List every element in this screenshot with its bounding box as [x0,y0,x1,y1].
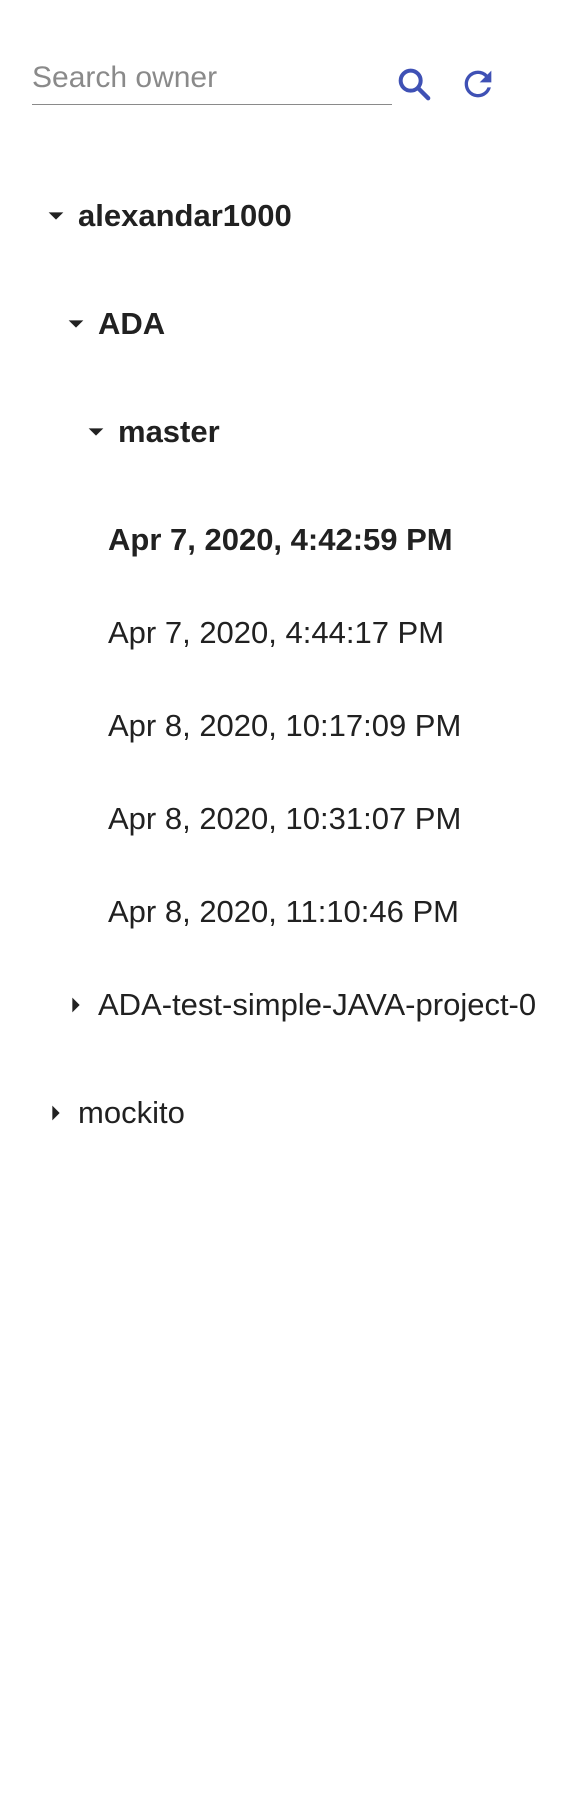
owner-label: alexandar1000 [78,198,292,233]
search-button[interactable] [390,60,438,108]
refresh-icon [464,70,492,98]
snapshot-item-selected[interactable]: Apr 7, 2020, 4:42:59 PM [108,522,453,558]
tree-node-owner-alexandar1000[interactable]: alexandar1000 [44,198,292,234]
repo-label: ADA-test-simple-JAVA-project-0 [98,987,537,1022]
snapshot-label: Apr 7, 2020, 4:42:59 PM [108,522,453,557]
repo-label: ADA [98,306,166,341]
caret-down-icon[interactable] [44,204,68,228]
snapshot-item[interactable]: Apr 8, 2020, 11:10:46 PM [108,894,459,930]
snapshot-item[interactable]: Apr 8, 2020, 10:31:07 PM [108,801,461,837]
tree-node-owner-mockito[interactable]: mockito [44,1095,185,1131]
search-icon [398,68,431,101]
search-bar [32,52,502,110]
snapshot-item[interactable]: Apr 8, 2020, 10:17:09 PM [108,708,461,744]
caret-down-icon[interactable] [84,420,108,444]
snapshot-label: Apr 7, 2020, 4:44:17 PM [108,615,445,650]
refresh-button[interactable] [454,60,502,108]
caret-down-icon[interactable] [64,312,88,336]
owner-label: mockito [78,1095,185,1130]
tree-node-branch-master[interactable]: master [84,414,220,450]
caret-right-icon[interactable] [64,993,88,1017]
branch-label: master [118,414,220,449]
snapshot-label: Apr 8, 2020, 11:10:46 PM [108,894,459,929]
snapshot-item[interactable]: Apr 7, 2020, 4:44:17 PM [108,615,444,651]
tree-node-repo-ada[interactable]: ADA [64,306,165,342]
search-input[interactable] [32,52,392,105]
tree-node-repo-ada-test-simple-java-project-0[interactable]: ADA-test-simple-JAVA-project-0 [64,987,536,1023]
caret-right-icon[interactable] [44,1101,68,1125]
snapshot-label: Apr 8, 2020, 10:31:07 PM [108,801,462,836]
snapshot-label: Apr 8, 2020, 10:17:09 PM [108,708,462,743]
